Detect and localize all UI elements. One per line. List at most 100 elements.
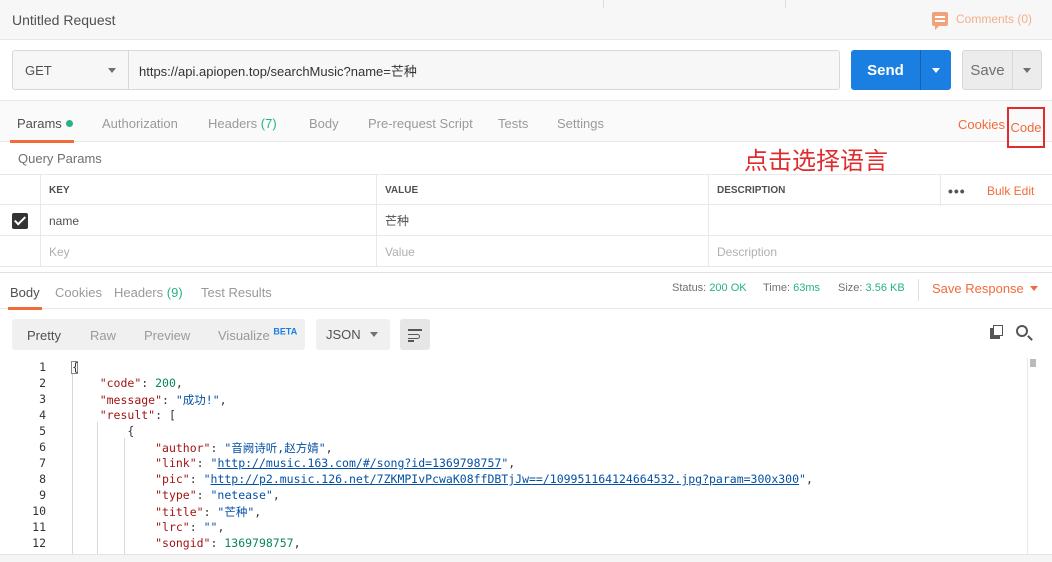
code-line: "title": "芒种", <box>155 505 262 519</box>
request-title[interactable]: Untitled Request <box>12 12 116 28</box>
line-number: 12 <box>32 536 46 550</box>
tab-response-headers-label: Headers <box>114 285 164 300</box>
chevron-down-icon <box>1029 286 1038 291</box>
tab-settings[interactable]: Settings <box>557 116 604 131</box>
search-icon[interactable] <box>1016 325 1028 337</box>
new-key-input[interactable]: Key <box>40 236 376 267</box>
code-line: "code": 200, <box>99 376 183 390</box>
column-divider <box>940 175 941 206</box>
tab-body[interactable]: Body <box>309 116 339 131</box>
new-description-input[interactable]: Description <box>708 236 1052 267</box>
column-header-key: KEY <box>40 175 376 206</box>
tab-response-cookies[interactable]: Cookies <box>55 285 102 300</box>
beta-badge: BETA <box>273 326 298 337</box>
code-line: "result": [ <box>99 408 176 422</box>
time-info: Time: 63ms <box>763 282 820 294</box>
size-info: Size: 3.56 KB <box>838 282 905 294</box>
line-number: 6 <box>39 440 46 454</box>
param-enabled-checkbox[interactable] <box>0 205 40 236</box>
param-value-input[interactable]: 芒种 <box>376 205 708 236</box>
method-select[interactable]: GET <box>13 51 129 89</box>
save-button[interactable]: Save <box>963 51 1013 89</box>
column-header-value: VALUE <box>376 175 708 206</box>
scrollbar-thumb[interactable] <box>1030 359 1036 367</box>
title-bar: Untitled Request Comments (0) <box>0 0 1052 40</box>
response-tabs: Body Cookies Headers (9) Test Results St… <box>0 272 1052 310</box>
code-line: "pic": "http://p2.music.126.net/7ZKMPIvP… <box>155 472 813 486</box>
copy-icon[interactable] <box>990 325 1004 339</box>
view-preview[interactable]: Preview <box>144 328 190 343</box>
param-key-input[interactable]: name <box>40 205 376 236</box>
line-number: 7 <box>39 456 46 470</box>
bulk-edit-link[interactable]: Bulk Edit <box>987 184 1034 198</box>
bottom-bar <box>0 554 1052 562</box>
tab-response-headers[interactable]: Headers (9) <box>114 285 183 300</box>
line-number: 10 <box>32 504 46 518</box>
code-line: "lrc": "", <box>155 520 225 534</box>
save-options-button[interactable] <box>1013 51 1041 89</box>
active-tab-underline <box>10 140 74 143</box>
chevron-down-icon <box>370 332 378 337</box>
tab-tests[interactable]: Tests <box>498 116 528 131</box>
param-description-input[interactable] <box>708 205 1052 236</box>
line-number: 3 <box>39 392 46 406</box>
chevron-down-icon <box>1023 67 1031 73</box>
view-visualize-label: Visualize <box>218 328 270 343</box>
view-raw[interactable]: Raw <box>90 328 116 343</box>
tab-headers[interactable]: Headers (7) <box>208 116 277 131</box>
tab-separator <box>785 0 786 8</box>
time-label: Time: <box>763 282 791 294</box>
line-number: 4 <box>39 408 46 422</box>
copy-icon-front <box>993 325 1003 336</box>
save-response-button[interactable]: Save Response <box>932 281 1038 296</box>
request-tabs: Params Authorization Headers (7) Body Pr… <box>0 100 1052 143</box>
code-line: { <box>72 424 135 438</box>
tab-response-body[interactable]: Body <box>10 285 40 300</box>
line-number: 11 <box>32 520 46 534</box>
params-header-row: KEY VALUE DESCRIPTION ••• Bulk Edit <box>0 174 1052 206</box>
send-button-group: Send <box>851 50 951 90</box>
table-row: name 芒种 <box>0 205 1052 236</box>
view-pretty[interactable]: Pretty <box>27 328 61 343</box>
wrap-lines-button[interactable] <box>400 319 430 350</box>
status-value: 200 OK <box>709 282 747 294</box>
line-number: 9 <box>39 488 46 502</box>
send-button[interactable]: Send <box>851 50 921 90</box>
column-header-description: DESCRIPTION <box>708 175 940 206</box>
url-input[interactable]: https://api.apiopen.top/searchMusic?name… <box>129 51 839 89</box>
checkbox-checked-icon <box>12 212 28 229</box>
new-value-input[interactable]: Value <box>376 236 708 267</box>
send-options-button[interactable] <box>921 50 951 90</box>
active-tab-underline <box>8 307 42 310</box>
comments-button[interactable]: Comments (0) <box>931 12 1032 30</box>
code-line: "message": "成功!", <box>99 393 227 407</box>
view-visualize[interactable]: Visualize BETA <box>218 325 297 343</box>
code-line: "type": "netease", <box>155 488 280 502</box>
tab-params-label: Params <box>17 116 62 131</box>
code-line: { <box>72 360 79 374</box>
tab-test-results[interactable]: Test Results <box>201 285 272 300</box>
save-response-label: Save Response <box>932 281 1024 296</box>
format-select[interactable]: JSON <box>316 319 390 350</box>
line-number: 8 <box>39 472 46 486</box>
save-button-group: Save <box>962 50 1042 90</box>
wrap-icon-part <box>408 340 414 342</box>
code-link[interactable]: Code <box>1007 107 1045 148</box>
table-row: Key Value Description <box>0 236 1052 267</box>
tab-prerequest-script[interactable]: Pre-request Script <box>368 116 473 131</box>
tab-separator <box>603 0 604 8</box>
chevron-down-icon <box>932 67 940 73</box>
tab-params[interactable]: Params <box>17 116 73 131</box>
response-body-editor[interactable]: 1 {2 "code": 200, 3 "message": "成功!", 4 "re… <box>0 358 1052 562</box>
status-label: Status: <box>672 282 707 294</box>
divider <box>918 279 919 301</box>
more-options-icon[interactable]: ••• <box>948 183 966 199</box>
editor-scrollbar[interactable] <box>1027 358 1039 562</box>
view-mode-toggle: Pretty Raw Preview Visualize BETA <box>12 319 305 350</box>
request-url-bar: GET https://api.apiopen.top/searchMusic?… <box>12 50 840 90</box>
cookies-link[interactable]: Cookies <box>958 117 1005 132</box>
tab-authorization[interactable]: Authorization <box>102 116 178 131</box>
annotation-text: 点击选择语言 <box>744 148 888 175</box>
comment-icon <box>931 12 948 30</box>
line-number: 5 <box>39 424 46 438</box>
